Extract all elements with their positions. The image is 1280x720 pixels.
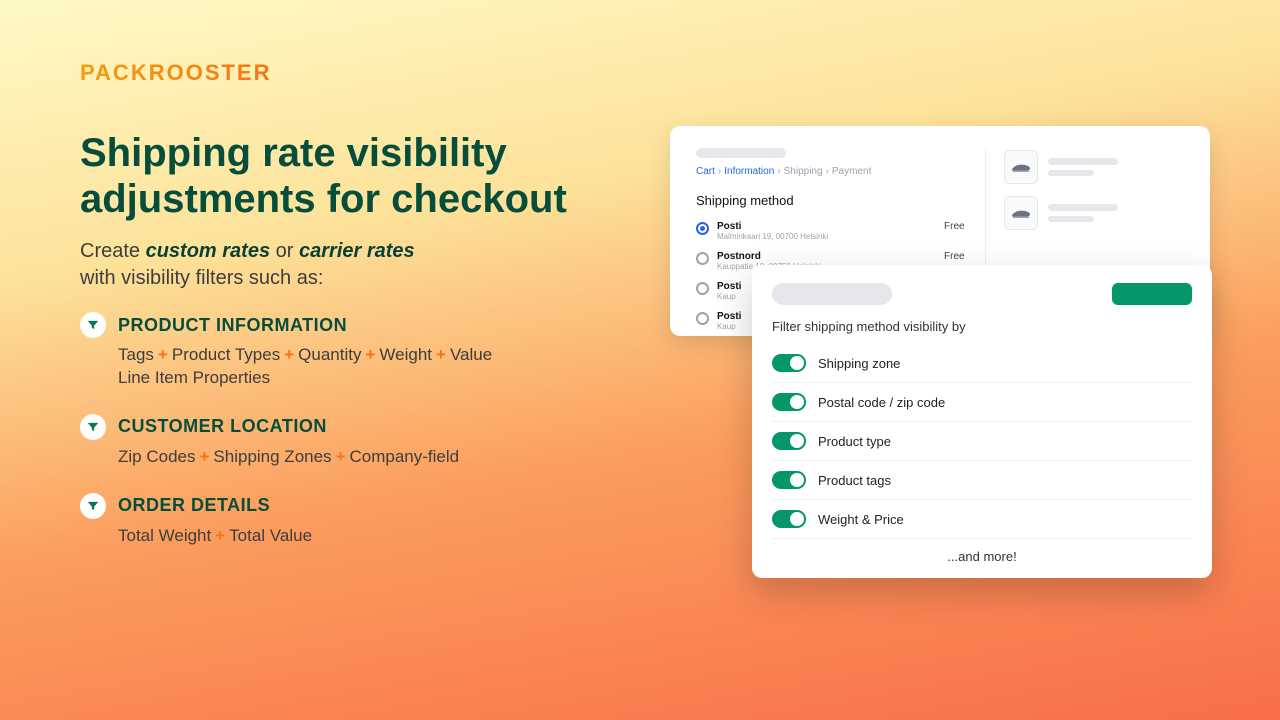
cart-line-item — [1004, 150, 1184, 184]
plus-separator: + — [284, 345, 294, 364]
feature-block: ORDER DETAILS Total Weight+Total Value — [80, 493, 620, 548]
feature-part: Shipping Zones — [213, 447, 331, 466]
skeleton-line — [1048, 170, 1094, 176]
sub-line2: with visibility filters such as: — [80, 267, 323, 289]
feature-title: ORDER DETAILS — [118, 495, 270, 516]
shipping-option-name: Posti — [717, 221, 936, 232]
filters-card: Filter shipping method visibility by Shi… — [752, 265, 1212, 578]
feature-list: PRODUCT INFORMATIONTags+Product Types+Qu… — [80, 312, 620, 572]
feature-part: Tags — [118, 345, 154, 364]
filters-more: ...and more! — [772, 538, 1192, 564]
feature-part: Zip Codes — [118, 447, 195, 466]
skeleton-line — [1048, 216, 1094, 222]
filter-icon — [80, 414, 106, 440]
plus-separator: + — [199, 447, 209, 466]
feature-part: Quantity — [298, 345, 361, 364]
sub-em-carrier: carrier rates — [299, 240, 415, 262]
feature-part: Company-field — [350, 447, 460, 466]
feature-part: Line Item Properties — [118, 368, 270, 387]
toggle-switch[interactable] — [772, 354, 806, 372]
radio-button[interactable] — [696, 312, 709, 325]
chevron-right-icon: › — [777, 166, 780, 177]
radio-button[interactable] — [696, 222, 709, 235]
plus-separator: + — [365, 345, 375, 364]
toggle-switch[interactable] — [772, 432, 806, 450]
radio-button[interactable] — [696, 252, 709, 265]
breadcrumb-item[interactable]: Cart — [696, 166, 715, 177]
skeleton-line — [696, 148, 786, 158]
filter-icon — [80, 493, 106, 519]
feature-part: Weight — [379, 345, 432, 364]
filter-row: Shipping zone — [772, 344, 1192, 382]
feature-part: Value — [450, 345, 492, 364]
sub-mid: or — [270, 240, 299, 262]
shipping-option-address: Malminkaari 19, 00700 Helsinki — [717, 232, 936, 241]
feature-part: Total Value — [229, 526, 312, 545]
brand-logo: PACKROOSTER — [80, 60, 272, 86]
filter-label: Weight & Price — [818, 512, 904, 527]
radio-button[interactable] — [696, 282, 709, 295]
page-title: Shipping rate visibility adjustments for… — [80, 130, 640, 222]
product-thumbnail — [1004, 196, 1038, 230]
shipping-method-heading: Shipping method — [696, 193, 985, 208]
feature-title: PRODUCT INFORMATION — [118, 315, 347, 336]
filter-row: Product tags — [772, 460, 1192, 499]
breadcrumb-item[interactable]: Information — [724, 166, 774, 177]
skeleton-line — [1048, 204, 1118, 211]
filter-label: Shipping zone — [818, 356, 900, 371]
filter-label: Product type — [818, 434, 891, 449]
shipping-option-price: Free — [944, 221, 965, 232]
feature-block: PRODUCT INFORMATIONTags+Product Types+Qu… — [80, 312, 620, 390]
breadcrumb: Cart›Information›Shipping›Payment — [696, 166, 985, 177]
feature-block: CUSTOMER LOCATIONZip Codes+Shipping Zone… — [80, 414, 620, 469]
shipping-option-name: Postnord — [717, 251, 936, 262]
plus-separator: + — [436, 345, 446, 364]
shipping-option-price: Free — [944, 251, 965, 262]
skeleton-pill — [772, 283, 892, 305]
feature-body: Zip Codes+Shipping Zones+Company-field — [118, 446, 620, 469]
subheading: Create custom rates or carrier rates wit… — [80, 238, 415, 292]
shipping-option[interactable]: PostiMalminkaari 19, 00700 Helsinki Free — [696, 216, 985, 246]
feature-body: Total Weight+Total Value — [118, 525, 620, 548]
chevron-right-icon: › — [718, 166, 721, 177]
filters-heading: Filter shipping method visibility by — [772, 319, 1192, 334]
toggle-switch[interactable] — [772, 471, 806, 489]
cart-line-item — [1004, 196, 1184, 230]
sub-pre: Create — [80, 240, 146, 262]
plus-separator: + — [336, 447, 346, 466]
filter-label: Postal code / zip code — [818, 395, 945, 410]
filter-row: Postal code / zip code — [772, 382, 1192, 421]
breadcrumb-item[interactable]: Payment — [832, 166, 871, 177]
plus-separator: + — [215, 526, 225, 545]
skeleton-line — [1048, 158, 1118, 165]
filter-row: Product type — [772, 421, 1192, 460]
feature-title: CUSTOMER LOCATION — [118, 416, 327, 437]
filter-label: Product tags — [818, 473, 891, 488]
sub-em-custom: custom rates — [146, 240, 271, 262]
filter-icon — [80, 312, 106, 338]
product-thumbnail — [1004, 150, 1038, 184]
plus-separator: + — [158, 345, 168, 364]
toggle-switch[interactable] — [772, 393, 806, 411]
save-button[interactable] — [1112, 283, 1192, 305]
breadcrumb-item[interactable]: Shipping — [784, 166, 823, 177]
feature-part: Total Weight — [118, 526, 211, 545]
feature-part: Product Types — [172, 345, 280, 364]
filter-row: Weight & Price — [772, 499, 1192, 538]
chevron-right-icon: › — [826, 166, 829, 177]
feature-body: Tags+Product Types+Quantity+Weight+Value… — [118, 344, 620, 390]
toggle-switch[interactable] — [772, 510, 806, 528]
